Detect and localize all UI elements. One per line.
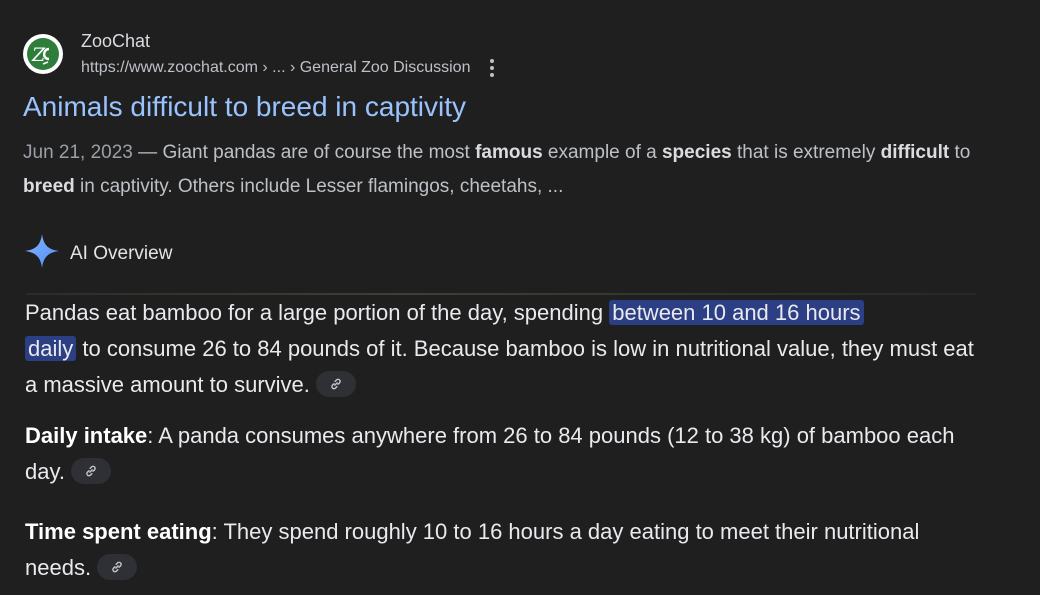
ai-overview-header: AI Overview (24, 233, 172, 274)
snippet-text: in captivity. Others include Lesser flam… (74, 176, 564, 197)
ai-text: Pandas eat bamboo for a large portion of… (25, 300, 610, 325)
more-vert-icon[interactable] (486, 57, 498, 79)
site-name[interactable]: ZooChat (81, 30, 498, 52)
ai-overview-body: Pandas eat bamboo for a large portion of… (25, 295, 985, 586)
snippet-bold-term: famous (475, 142, 543, 163)
link-icon[interactable] (70, 458, 111, 485)
snippet-text: to (949, 142, 971, 163)
ai-text: : A panda consumes anywhere from 26 to 8… (25, 423, 955, 484)
search-result: Z ZooChat https://www.zoochat.com › ... … (23, 26, 1023, 204)
snippet-text: example of a (542, 142, 662, 163)
ai-paragraph-main: Pandas eat bamboo for a large portion of… (25, 295, 985, 403)
snippet-text: Giant pandas are of course the most (162, 142, 476, 163)
source-text: ZooChat https://www.zoochat.com › ... › … (81, 30, 498, 79)
result-source: Z ZooChat https://www.zoochat.com › ... … (23, 26, 1023, 82)
result-title-link[interactable]: Animals difficult to breed in captivity (23, 90, 466, 124)
snippet-separator: — (132, 142, 163, 163)
ai-overview-label: AI Overview (70, 242, 173, 264)
site-url[interactable]: https://www.zoochat.com › ... › General … (81, 58, 470, 78)
ai-bold-heading: Time spent eating (25, 519, 212, 544)
url-row: https://www.zoochat.com › ... › General … (81, 57, 498, 79)
ai-paragraph-time-spent: Time spent eating: They spend roughly 10… (25, 514, 985, 586)
ai-bold-heading: Daily intake (25, 423, 148, 448)
highlighted-text: between 10 and 16 hours (609, 300, 864, 325)
result-snippet: Jun 21, 2023 — Giant pandas are of cours… (23, 136, 983, 204)
snippet-date: Jun 21, 2023 (23, 142, 133, 163)
link-icon[interactable] (97, 554, 138, 581)
ai-paragraph-daily-intake: Daily intake: A panda consumes anywhere … (25, 418, 985, 490)
snippet-bold-term: breed (23, 176, 75, 197)
snippet-text: that is extremely (731, 142, 881, 163)
snippet-bold-term: species (661, 142, 732, 163)
snippet-bold-term: difficult (880, 142, 950, 163)
link-icon[interactable] (315, 371, 356, 398)
sparkle-icon (24, 233, 60, 274)
ai-text: to consume 26 to 84 pounds of it. Becaus… (25, 336, 974, 397)
zoochat-logo-icon[interactable]: Z (23, 34, 63, 74)
highlighted-text: daily (25, 336, 77, 361)
